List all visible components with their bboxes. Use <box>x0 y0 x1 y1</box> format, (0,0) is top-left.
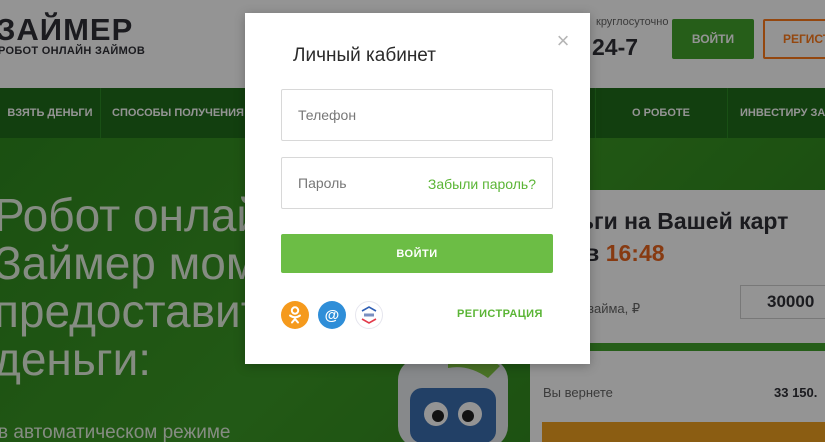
phone-input[interactable] <box>282 90 552 140</box>
register-link[interactable]: РЕГИСТРАЦИЯ <box>457 308 543 320</box>
forgot-password-link[interactable]: Забыли пароль? <box>428 176 536 192</box>
phone-field-wrapper <box>281 89 553 141</box>
login-modal: Личный кабинет × Забыли пароль? ВОЙТИ @ … <box>245 13 590 364</box>
gosuslugi-icon[interactable] <box>355 301 383 329</box>
mailru-icon[interactable]: @ <box>318 301 346 329</box>
gosuslugi-glyph <box>361 306 377 324</box>
odnoklassniki-icon[interactable] <box>281 301 309 329</box>
modal-title: Личный кабинет <box>293 45 436 66</box>
login-submit-button[interactable]: ВОЙТИ <box>281 234 553 273</box>
password-field-wrapper: Забыли пароль? <box>281 157 553 209</box>
odnoklassniki-glyph <box>289 306 301 324</box>
close-icon[interactable]: × <box>551 29 575 53</box>
